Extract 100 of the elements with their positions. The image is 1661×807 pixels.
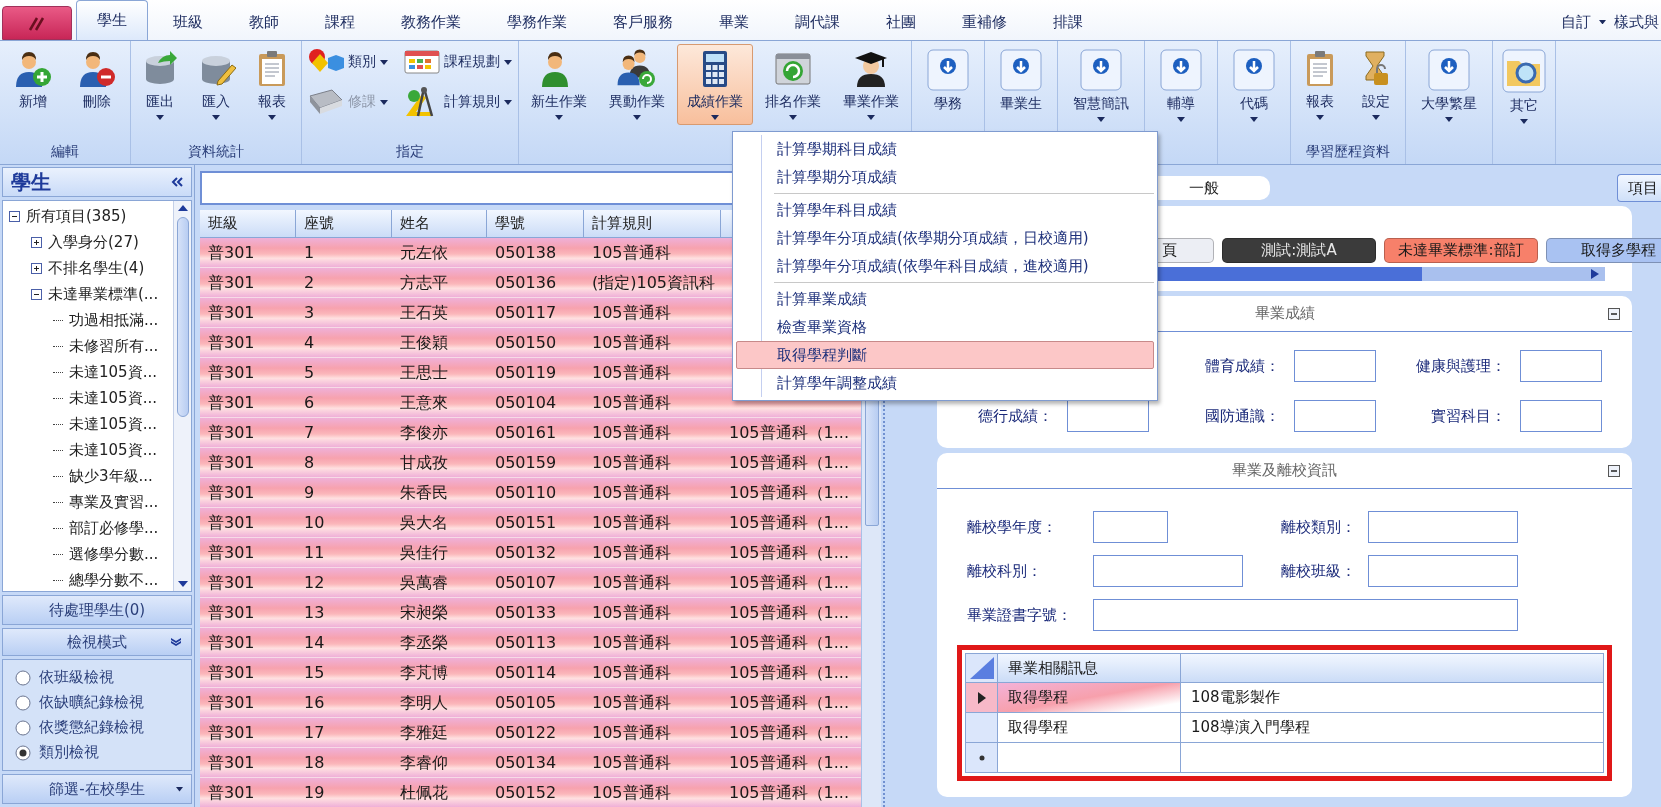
app-menu-button[interactable] [2, 6, 72, 40]
table-row[interactable]: 普301 13 宋昶榮 050133 105普通科 105普通科（1... [200, 598, 861, 628]
input-field[interactable] [1520, 350, 1602, 382]
filter-dropdown[interactable]: 篩選-在校學生 [2, 774, 192, 804]
tree-item[interactable]: 未達畢業標準(... [48, 284, 159, 304]
input-field[interactable] [1368, 511, 1518, 543]
tab[interactable]: 學務作業 [486, 4, 588, 40]
expand-icon[interactable] [31, 262, 42, 274]
ribbon-button[interactable]: 課程規劃 [400, 46, 516, 78]
tree-item[interactable]: 未修習所有... [69, 336, 159, 356]
tag[interactable]: 測試:測試A [1222, 238, 1376, 263]
customize-menu[interactable]: 自訂 [1561, 12, 1591, 32]
tab[interactable]: 重補修 [941, 4, 1028, 40]
tag[interactable]: 取得多學程 [1546, 238, 1661, 263]
input-field[interactable] [1093, 511, 1168, 543]
tab[interactable]: 社團 [865, 4, 937, 40]
ribbon-button[interactable]: 新增 [2, 44, 64, 116]
tree-item[interactable]: 入學身分(27) [48, 232, 139, 252]
table-row[interactable]: 普301 7 李俊亦 050161 105普通科 105普通科（1... [200, 418, 861, 448]
input-field[interactable] [1520, 400, 1602, 432]
tab[interactable]: 學生 [76, 0, 148, 40]
tree-item[interactable]: 未達105資... [69, 362, 157, 382]
table-cell[interactable]: 108導演入門學程 [1181, 713, 1604, 743]
style-menu[interactable]: 樣式與 [1614, 12, 1659, 32]
radio-button[interactable] [15, 669, 31, 686]
column-header[interactable]: 班級 [200, 210, 296, 238]
ribbon-button[interactable]: 其它 [1495, 44, 1553, 129]
tab[interactable]: 排課 [1032, 4, 1104, 40]
tree-item[interactable]: 缺少3年級... [69, 466, 153, 486]
column-header[interactable]: 畢業相關訊息 [998, 653, 1181, 683]
tag[interactable]: 未達畢業標準:部訂 [1384, 238, 1538, 263]
scroll-right-icon[interactable] [1591, 269, 1599, 279]
radio-button[interactable] [15, 744, 31, 761]
input-field[interactable] [1293, 400, 1376, 432]
table-cell[interactable]: 取得學程 [998, 713, 1181, 743]
input-field[interactable] [1067, 400, 1150, 432]
tab[interactable]: 教務作業 [380, 4, 482, 40]
input-field[interactable] [1093, 555, 1243, 587]
tree-item[interactable]: 功過相抵滿... [69, 310, 159, 330]
ribbon-button[interactable]: 匯入 [189, 44, 243, 125]
table-row[interactable]: 普301 16 李明人 050105 105普通科 105普通科（1... [200, 688, 861, 718]
side-button[interactable]: 項目 [1617, 174, 1661, 202]
scroll-down-icon[interactable] [177, 581, 188, 587]
tree-item[interactable]: 專業及實習... [69, 492, 159, 512]
table-row[interactable]: 普301 9 朱香民 050110 105普通科 105普通科（1... [200, 478, 861, 508]
ribbon-button[interactable]: 類別 [304, 46, 392, 78]
tree-item[interactable]: 部訂必修學... [69, 518, 159, 538]
row-indicator[interactable] [965, 683, 998, 713]
vertical-scrollbar[interactable] [173, 201, 191, 591]
table-cell[interactable] [998, 743, 1181, 773]
radio-button[interactable] [15, 694, 31, 711]
select-all-corner-icon[interactable] [969, 657, 994, 679]
ribbon-button[interactable]: 學務 [920, 44, 976, 118]
tree-item[interactable]: 不排名學生(4) [48, 258, 145, 278]
ribbon-button[interactable]: 排名作業 [755, 44, 831, 125]
ribbon-button[interactable]: 匯出 [133, 44, 187, 125]
tree-item[interactable]: 未達105資... [69, 414, 157, 434]
ribbon-button[interactable]: 輔導 [1153, 44, 1209, 127]
tree-item[interactable]: 所有項目(385) [26, 206, 127, 226]
tree-item[interactable]: 選修學分數... [69, 544, 159, 564]
ribbon-button[interactable]: 新生作業 [521, 44, 597, 125]
menu-item[interactable]: 計算學期科目成績 [736, 135, 1154, 163]
ribbon-button[interactable]: 報表 [1293, 44, 1347, 125]
tab[interactable]: 畢業 [698, 4, 770, 40]
ribbon-button[interactable]: 智慧簡訊 [1066, 44, 1136, 127]
ribbon-button[interactable]: 代碼 [1226, 44, 1282, 127]
tab[interactable]: 班級 [152, 4, 224, 40]
table-row[interactable]: 普301 11 吳佳行 050132 105普通科 105普通科（1... [200, 538, 861, 568]
ribbon-button[interactable]: 畢業生 [993, 44, 1049, 118]
table-cell[interactable] [1181, 743, 1604, 773]
tree-item[interactable]: 未達105資... [69, 440, 157, 460]
ribbon-button[interactable]: 大學繁星 [1414, 44, 1484, 127]
column-header[interactable]: 座號 [296, 210, 392, 238]
table-row[interactable]: 普301 19 杜佩花 050152 105普通科 105普通科（1... [200, 778, 861, 807]
collapse-icon[interactable] [9, 210, 20, 222]
ribbon-button[interactable]: 報表 [245, 44, 299, 125]
collapse-icon[interactable] [1608, 308, 1620, 320]
tab[interactable]: 調代課 [774, 4, 861, 40]
expand-icon[interactable] [31, 236, 42, 248]
tree-item[interactable]: 未達105資... [69, 388, 157, 408]
tree-item[interactable]: 總學分數不... [69, 570, 159, 590]
column-header[interactable] [1181, 653, 1604, 683]
radio-button[interactable] [15, 719, 31, 736]
ribbon-button[interactable]: 計算規則 [400, 84, 516, 120]
table-row[interactable]: 普301 15 李芃博 050114 105普通科 105普通科（1... [200, 658, 861, 688]
tab[interactable]: 課程 [304, 4, 376, 40]
table-cell[interactable]: 108電影製作 [1181, 683, 1604, 713]
tab[interactable]: 客戶服務 [592, 4, 694, 40]
input-field[interactable] [1093, 599, 1518, 631]
ribbon-button[interactable]: 成績作業 [677, 44, 753, 125]
table-row[interactable]: 普301 8 甘成孜 050159 105普通科 105普通科（1... [200, 448, 861, 478]
ribbon-button[interactable]: 異動作業 [599, 44, 675, 125]
table-cell[interactable]: 取得學程 [998, 683, 1181, 713]
table-row[interactable]: 普301 17 李雅廷 050122 105普通科 105普通科（1... [200, 718, 861, 748]
menu-item[interactable]: 取得學程判斷 [736, 341, 1154, 369]
collapse-icon[interactable] [31, 288, 42, 300]
column-header[interactable]: 學號 [487, 210, 584, 238]
input-field[interactable] [1368, 555, 1518, 587]
collapse-icon[interactable] [1608, 465, 1620, 477]
table-row[interactable]: 普301 14 李丞榮 050113 105普通科 105普通科（1... [200, 628, 861, 658]
